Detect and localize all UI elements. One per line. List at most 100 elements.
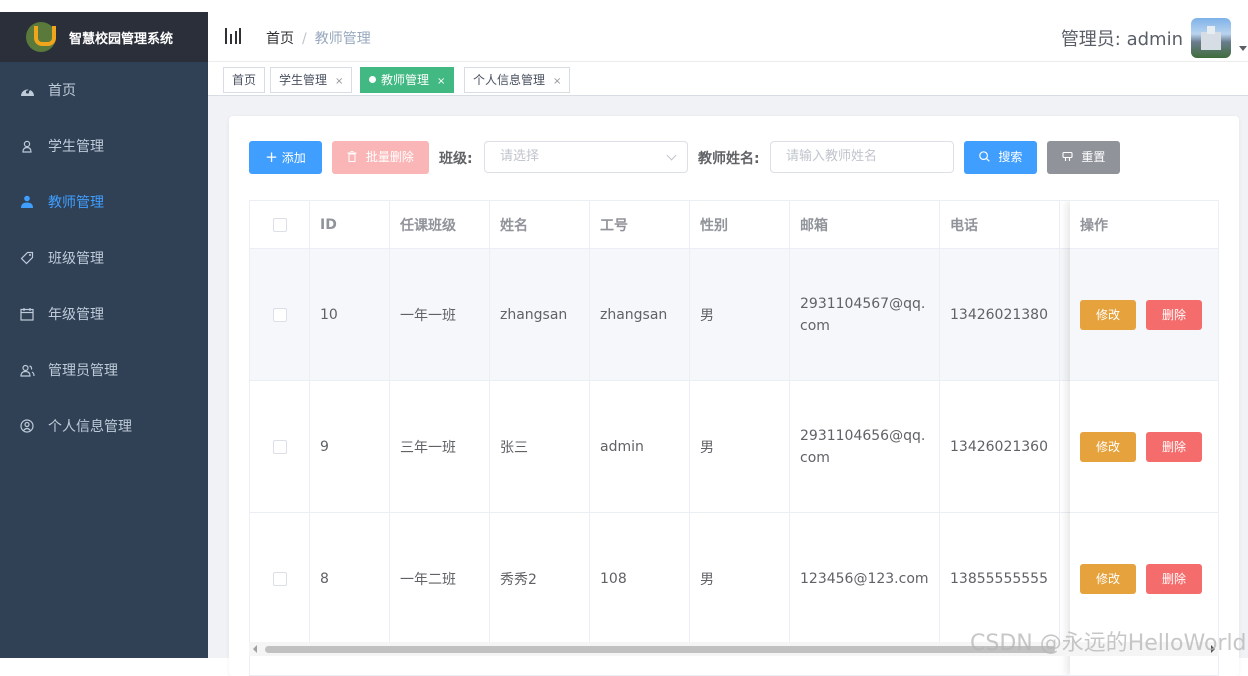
select-all-cell	[250, 201, 310, 248]
tag-label: 教师管理	[381, 73, 430, 87]
plus-icon: +	[265, 148, 278, 166]
cell-job-no: 108	[590, 513, 690, 644]
sidebar-item-admins[interactable]: 管理员管理	[0, 342, 208, 398]
row-checkbox[interactable]	[272, 571, 287, 586]
sidebar-item-label: 管理员管理	[48, 363, 118, 379]
cell-job-no: admin	[590, 381, 690, 512]
breadcrumb-separator: /	[302, 31, 307, 47]
cell-gender: 男	[690, 381, 790, 512]
sidebar-item-label: 首页	[48, 83, 76, 99]
cell-name: zhangsan	[490, 249, 590, 380]
delete-button[interactable]: 删除	[1146, 563, 1202, 594]
row-select-cell	[250, 513, 310, 644]
search-label: 搜索	[998, 150, 1023, 164]
row-actions: 修改 删除	[1070, 381, 1218, 513]
class-select-placeholder: 请选择	[500, 149, 540, 164]
sidebar-item-label: 年级管理	[48, 307, 104, 323]
search-icon	[978, 150, 999, 164]
teacher-name-placeholder: 请输入教师姓名	[786, 149, 878, 164]
column-header[interactable]: 性别	[690, 201, 790, 248]
sidebar-item-classes[interactable]: 班级管理	[0, 230, 208, 286]
cell-name: 秀秀2	[490, 513, 590, 644]
cell-job-no: zhangsan	[590, 249, 690, 380]
class-select[interactable]: 请选择	[484, 141, 688, 173]
cell-id: 8	[310, 513, 390, 644]
user-icon	[19, 138, 35, 154]
cell-phone: 13426021380	[940, 249, 1060, 380]
hamburger-icon[interactable]	[225, 28, 241, 44]
scroll-left-arrow-icon[interactable]	[253, 645, 257, 653]
tag-students[interactable]: 学生管理 ×	[270, 67, 353, 93]
users-icon	[19, 194, 35, 210]
teacher-name-input[interactable]: 请输入教师姓名	[770, 141, 954, 173]
eraser-icon	[1062, 150, 1082, 164]
add-button[interactable]: + 添加	[249, 141, 322, 174]
batch-delete-label: 批量删除	[365, 150, 414, 164]
tag-profile[interactable]: 个人信息管理 ×	[464, 67, 571, 93]
sidebar-item-label: 学生管理	[48, 139, 104, 155]
tags-view: 首页 学生管理 × 教师管理 × 个人信息管理 ×	[208, 62, 1248, 96]
close-icon[interactable]: ×	[437, 76, 445, 87]
cell-class: 一年一班	[390, 249, 490, 380]
watermark: CSDN @永远的HelloWorld	[970, 631, 1247, 656]
close-icon[interactable]: ×	[335, 76, 343, 87]
column-header[interactable]: 邮箱	[790, 201, 940, 248]
navbar: 首页 / 教师管理 管理员: admin	[208, 12, 1248, 62]
cell-class: 一年二班	[390, 513, 490, 644]
row-actions: 修改 删除	[1070, 249, 1218, 381]
row-checkbox[interactable]	[272, 307, 287, 322]
avatar[interactable]	[1191, 18, 1231, 58]
tag-label: 首页	[232, 73, 257, 87]
trash-icon	[347, 150, 366, 164]
scrollbar-thumb[interactable]	[265, 646, 1055, 653]
sidebar-item-students[interactable]: 学生管理	[0, 118, 208, 174]
top-strip	[0, 0, 1248, 12]
column-header[interactable]: 姓名	[490, 201, 590, 248]
cell-id: 9	[310, 381, 390, 512]
delete-button[interactable]: 删除	[1146, 299, 1202, 330]
column-header-actions: 操作	[1070, 201, 1218, 249]
sidebar-item-grades[interactable]: 年级管理	[0, 286, 208, 342]
tag-label: 个人信息管理	[473, 73, 546, 87]
sidebar-item-home[interactable]: 首页	[0, 62, 208, 118]
row-checkbox[interactable]	[272, 439, 287, 454]
tag-home[interactable]: 首页	[223, 67, 266, 93]
column-header[interactable]: 电话	[940, 201, 1060, 248]
batch-delete-button[interactable]: 批量删除	[332, 141, 429, 174]
add-label: 添加	[281, 151, 306, 165]
cell-email: 123456@123.com	[790, 513, 940, 644]
column-header[interactable]: 工号	[590, 201, 690, 248]
close-icon[interactable]: ×	[553, 76, 561, 87]
sidebar-item-profile[interactable]: 个人信息管理	[0, 398, 208, 454]
reset-button[interactable]: 重置	[1047, 141, 1120, 174]
tag-label: 学生管理	[279, 73, 328, 87]
sidebar-item-label: 个人信息管理	[48, 419, 132, 435]
sidebar-item-label: 教师管理	[48, 195, 104, 211]
column-header[interactable]: ID	[310, 201, 390, 248]
cell-id: 10	[310, 249, 390, 380]
breadcrumb: 首页 / 教师管理	[266, 28, 371, 48]
chevron-down-icon	[666, 150, 677, 161]
sidebar-item-label: 班级管理	[48, 251, 104, 267]
cell-gender: 男	[690, 249, 790, 380]
column-header[interactable]: 任课班级	[390, 201, 490, 248]
class-filter-label: 班级:	[439, 151, 473, 167]
delete-button[interactable]: 删除	[1146, 431, 1202, 462]
breadcrumb-home[interactable]: 首页	[266, 31, 294, 47]
search-button[interactable]: 搜索	[964, 141, 1037, 174]
cell-name: 张三	[490, 381, 590, 512]
sidebar-item-teachers[interactable]: 教师管理	[0, 174, 208, 230]
admin-group-icon	[19, 362, 35, 378]
cell-gender: 男	[690, 513, 790, 644]
caret-down-icon[interactable]	[1239, 46, 1247, 51]
edit-button[interactable]: 修改	[1080, 563, 1136, 594]
edit-button[interactable]: 修改	[1080, 299, 1136, 330]
select-all-checkbox[interactable]	[272, 217, 287, 232]
edit-button[interactable]: 修改	[1080, 431, 1136, 462]
cell-class: 三年一班	[390, 381, 490, 512]
content-card: + 添加 批量删除 班级: 请选择 教师姓名: 请输入教师姓名 搜索 重置 ID…	[229, 116, 1239, 676]
breadcrumb-current: 教师管理	[314, 31, 371, 47]
app-main: + 添加 批量删除 班级: 请选择 教师姓名: 请输入教师姓名 搜索 重置 ID…	[208, 96, 1248, 676]
dashboard-icon	[19, 82, 35, 98]
tag-teachers[interactable]: 教师管理 ×	[360, 67, 455, 93]
